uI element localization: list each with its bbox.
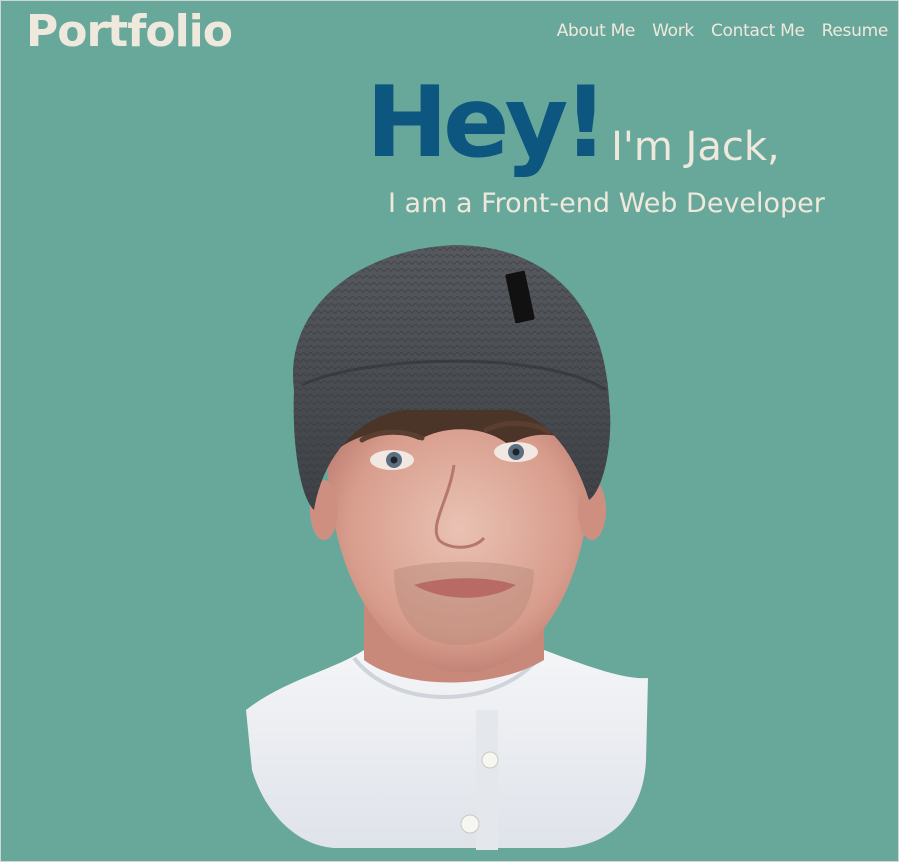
greeting-heading: Hey! [366, 66, 608, 180]
nav-contact-me[interactable]: Contact Me [711, 21, 805, 41]
profile-portrait [246, 245, 648, 850]
greeting-line: Hey! I'm Jack, [366, 74, 780, 172]
nav-about-me[interactable]: About Me [557, 21, 636, 41]
intro-text: I'm Jack, [611, 124, 780, 170]
main-nav: About Me Work Contact Me Resume [540, 21, 889, 41]
nav-resume[interactable]: Resume [822, 21, 889, 41]
site-logo[interactable]: Portfolio [26, 6, 233, 57]
nav-work[interactable]: Work [652, 21, 694, 41]
role-subtitle: I am a Front-end Web Developer [388, 188, 825, 219]
